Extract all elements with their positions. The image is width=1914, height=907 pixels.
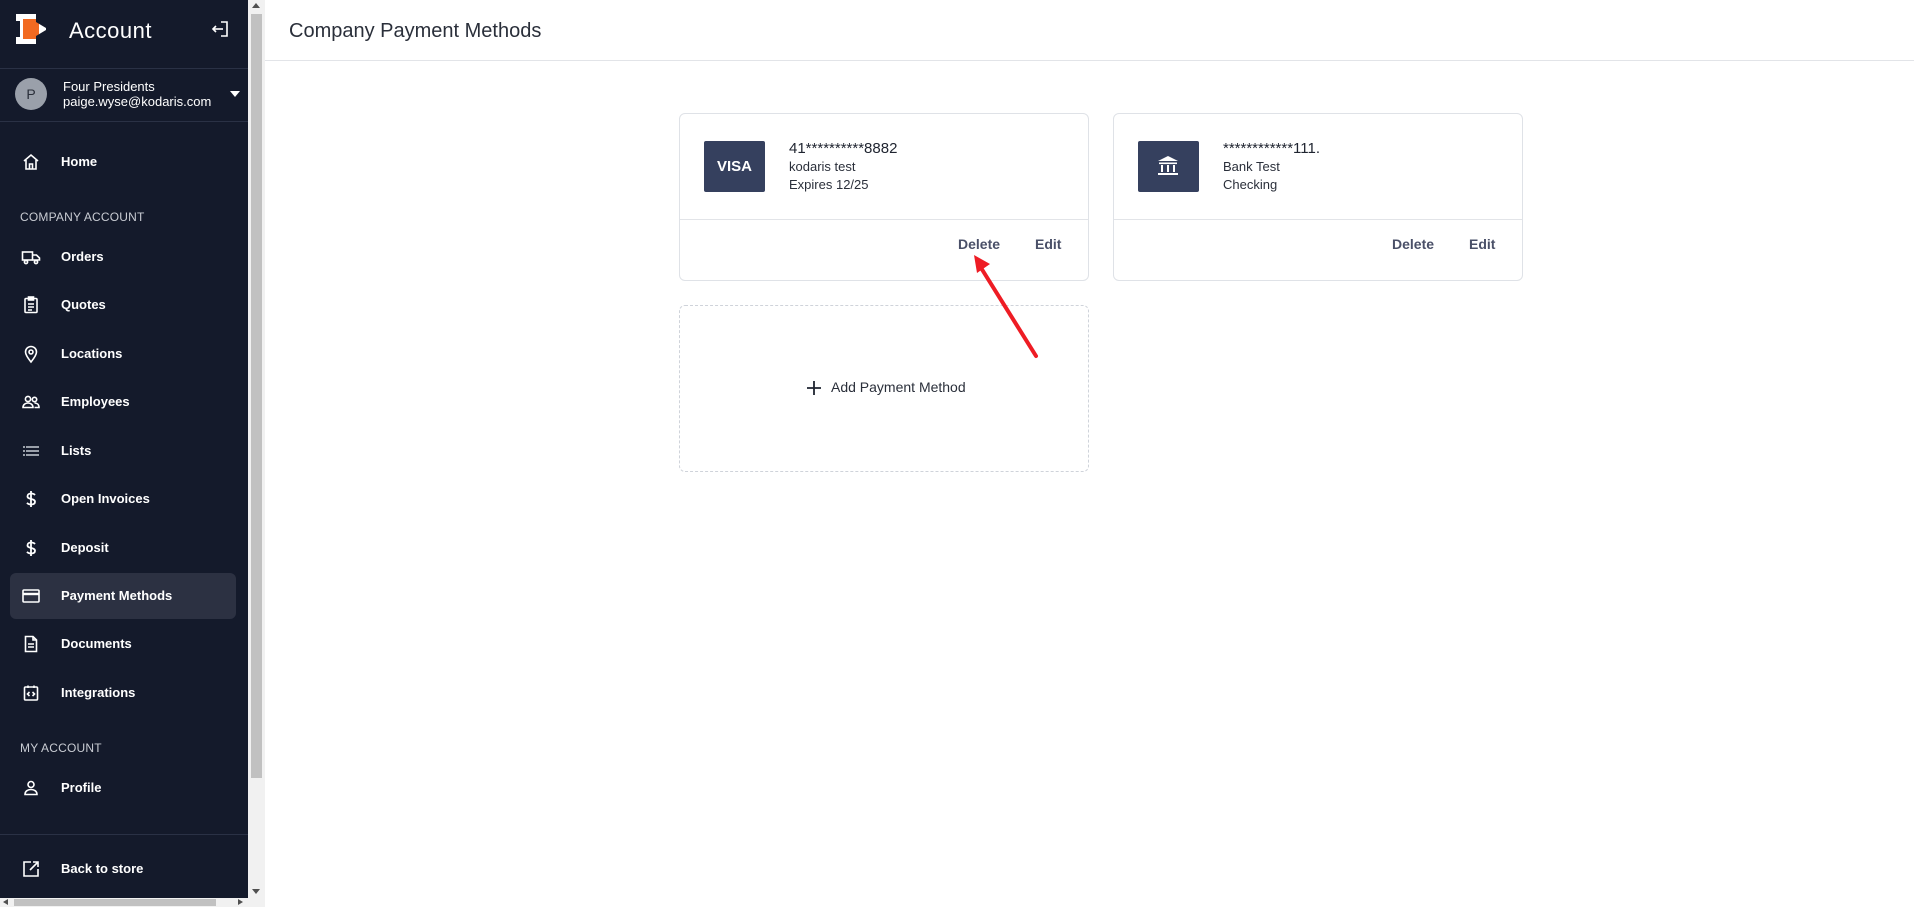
location-pin-icon	[24, 345, 38, 364]
scroll-right-arrow-icon[interactable]	[238, 899, 243, 905]
sidebar-item-label: Home	[61, 154, 98, 169]
sidebar-item-locations[interactable]: Locations	[10, 331, 236, 377]
list-icon	[23, 446, 39, 456]
sidebar-item-label: Deposit	[61, 540, 109, 555]
external-link-icon	[23, 861, 39, 877]
page-header: Company Payment Methods	[265, 0, 1914, 61]
sidebar-item-home[interactable]: Home	[10, 139, 236, 185]
section-label-company: COMPANY ACCOUNT	[20, 210, 145, 224]
sidebar-vertical-scrollbar[interactable]	[248, 0, 265, 907]
sidebar-footer: Back to store	[0, 834, 248, 907]
sidebar-item-lists[interactable]: Lists	[10, 428, 236, 474]
user-name: Four Presidents	[63, 79, 155, 94]
sidebar-title: Account	[69, 18, 152, 43]
kodaris-logo-icon	[16, 14, 46, 44]
sidebar-header: Account	[0, 0, 248, 60]
sidebar-item-label: Profile	[61, 780, 102, 795]
sidebar-item-payment-methods[interactable]: Payment Methods	[10, 573, 236, 619]
card-number: 41**********8882	[789, 140, 898, 157]
page-title: Company Payment Methods	[289, 20, 542, 42]
edit-button[interactable]: Edit	[1469, 236, 1495, 252]
sidebar-item-label: Quotes	[61, 297, 106, 312]
people-icon	[22, 395, 40, 409]
sidebar-horizontal-scrollbar[interactable]	[0, 898, 248, 907]
card-holder-name: kodaris test	[789, 159, 856, 174]
truck-icon	[21, 251, 41, 265]
card-expiry: Expires 12/25	[789, 177, 869, 192]
home-icon	[23, 153, 39, 170]
back-to-store-label: Back to store	[61, 861, 144, 876]
scrollbar-thumb[interactable]	[14, 899, 216, 906]
back-to-store-link[interactable]: Back to store	[10, 846, 236, 892]
scroll-left-arrow-icon[interactable]	[3, 899, 8, 905]
sidebar-item-label: Documents	[61, 636, 132, 651]
clipboard-icon	[24, 296, 38, 314]
sidebar: Account P Four Presidents paige.wyse@kod…	[0, 0, 248, 907]
user-email: paige.wyse@kodaris.com	[63, 94, 212, 109]
chevron-down-icon[interactable]	[230, 91, 240, 97]
sidebar-item-label: Lists	[61, 443, 92, 458]
sidebar-item-orders[interactable]: Orders	[10, 234, 236, 280]
sidebar-item-quotes[interactable]: Quotes	[10, 282, 236, 328]
sidebar-item-label: Integrations	[61, 685, 136, 700]
sidebar-item-label: Employees	[61, 394, 130, 409]
avatar: P	[15, 78, 47, 110]
sidebar-item-open-invoices[interactable]: Open Invoices	[10, 476, 236, 522]
add-payment-method-label: Add Payment Method	[831, 379, 966, 395]
dollar-icon	[26, 491, 36, 507]
document-icon	[24, 635, 38, 653]
account-name: Bank Test	[1223, 159, 1280, 174]
payment-method-card: ************111. Bank Test Checking Dele…	[1113, 113, 1523, 281]
integration-icon	[23, 685, 39, 701]
scrollbar-thumb[interactable]	[251, 14, 262, 778]
person-icon	[24, 780, 38, 796]
scroll-down-arrow-icon[interactable]	[252, 889, 260, 894]
credit-card-icon	[22, 589, 40, 603]
sidebar-item-employees[interactable]: Employees	[10, 379, 236, 425]
user-switcher[interactable]: P Four Presidents paige.wyse@kodaris.com	[0, 68, 248, 122]
card-divider	[1114, 219, 1522, 220]
sidebar-item-integrations[interactable]: Integrations	[10, 670, 236, 716]
sidebar-item-label: Open Invoices	[61, 491, 150, 506]
sidebar-item-label: Orders	[61, 249, 104, 264]
dollar-icon	[26, 540, 36, 556]
scroll-up-arrow-icon[interactable]	[252, 3, 260, 8]
visa-card-icon: VISA	[704, 141, 765, 192]
card-divider	[680, 219, 1088, 220]
plus-icon	[807, 381, 821, 395]
account-type: Checking	[1223, 177, 1278, 192]
sidebar-item-profile[interactable]: Profile	[10, 765, 236, 811]
sidebar-item-documents[interactable]: Documents	[10, 621, 236, 667]
sidebar-item-label: Payment Methods	[61, 588, 173, 603]
sidebar-item-label: Locations	[61, 346, 123, 361]
account-number: ************111.	[1223, 140, 1321, 157]
delete-button[interactable]: Delete	[1392, 236, 1434, 252]
sidebar-item-deposit[interactable]: Deposit	[10, 525, 236, 571]
bank-badge	[1138, 141, 1199, 192]
annotation-arrow-icon	[974, 255, 1038, 358]
bank-icon	[1158, 156, 1178, 175]
logout-icon[interactable]	[210, 19, 230, 39]
section-label-my-account: MY ACCOUNT	[20, 741, 102, 755]
